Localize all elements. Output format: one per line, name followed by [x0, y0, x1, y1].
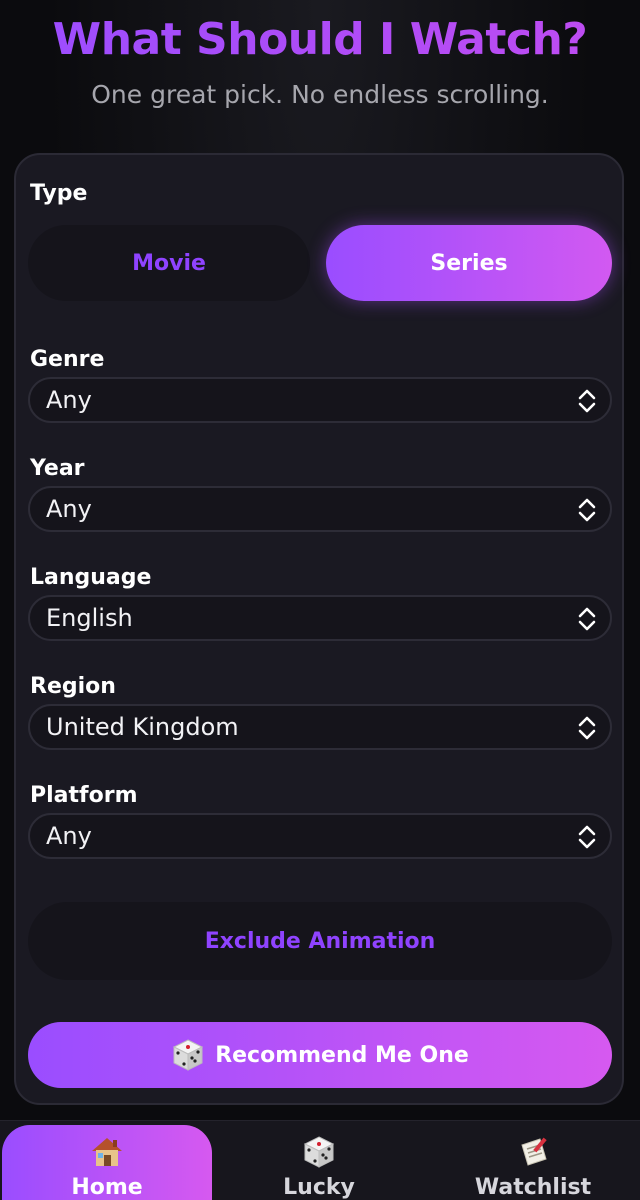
region-label: Region	[30, 674, 116, 699]
nav-watchlist-label: Watchlist	[474, 1175, 592, 1200]
region-value: United Kingdom	[46, 713, 239, 741]
page-title: What Should I Watch?	[0, 14, 640, 65]
year-value: Any	[46, 495, 92, 523]
genre-label: Genre	[30, 347, 105, 372]
nav-item-home[interactable]: Home	[2, 1125, 212, 1200]
chevron-up-down-icon	[578, 607, 596, 631]
language-select[interactable]: English	[28, 595, 612, 641]
type-label: Type	[30, 181, 88, 206]
nav-item-lucky[interactable]: Lucky	[214, 1125, 424, 1200]
language-value: English	[46, 604, 133, 632]
platform-select[interactable]: Any	[28, 813, 612, 859]
house-icon	[92, 1138, 122, 1166]
type-movie-label: Movie	[132, 250, 206, 276]
recommend-label: Recommend Me One	[215, 1042, 469, 1068]
dice-icon	[173, 1039, 204, 1071]
chevron-up-down-icon	[578, 716, 596, 740]
exclude-animation-label: Exclude Animation	[204, 928, 436, 954]
filter-card: Type Movie Series Genre Any Year Any Lan…	[14, 153, 624, 1105]
year-label: Year	[30, 456, 85, 481]
nav-home-label: Home	[71, 1175, 143, 1200]
genre-select[interactable]: Any	[28, 377, 612, 423]
exclude-animation-toggle[interactable]: Exclude Animation	[28, 902, 612, 980]
region-select[interactable]: United Kingdom	[28, 704, 612, 750]
type-series-button[interactable]: Series	[326, 225, 612, 301]
year-select[interactable]: Any	[28, 486, 612, 532]
recommend-button[interactable]: Recommend Me One	[28, 1022, 612, 1088]
type-series-label: Series	[430, 250, 508, 276]
dice-icon	[303, 1136, 335, 1168]
memo-icon	[521, 1137, 547, 1166]
bottom-nav: Home Lucky Watchlist	[0, 1120, 640, 1200]
nav-item-watchlist[interactable]: Watchlist	[428, 1125, 638, 1200]
chevron-up-down-icon	[578, 825, 596, 849]
type-movie-button[interactable]: Movie	[28, 225, 310, 301]
platform-label: Platform	[30, 783, 138, 808]
chevron-up-down-icon	[578, 498, 596, 522]
genre-value: Any	[46, 386, 92, 414]
platform-value: Any	[46, 822, 92, 850]
page-subtitle: One great pick. No endless scrolling.	[91, 80, 549, 109]
nav-lucky-label: Lucky	[283, 1175, 355, 1200]
language-label: Language	[30, 565, 152, 590]
chevron-up-down-icon	[578, 389, 596, 413]
app-screen: What Should I Watch? One great pick. No …	[0, 0, 640, 1200]
